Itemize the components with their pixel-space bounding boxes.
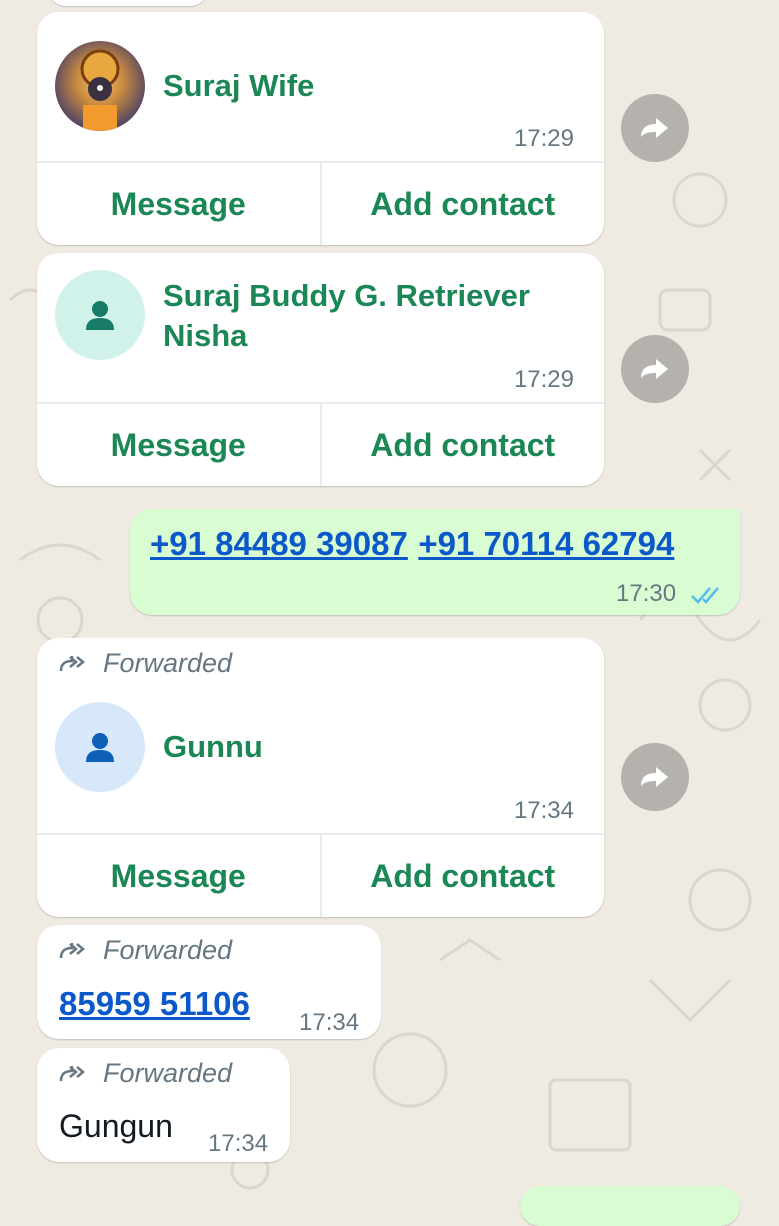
message-time: 17:34 [208, 1130, 269, 1157]
forwarded-indicator: Forwarded [59, 1058, 232, 1089]
message-time: 17:34 [513, 797, 574, 824]
forward-share-button[interactable] [621, 335, 689, 403]
forwarded-phone-message[interactable]: Forwarded 85959 51106 17:34 [37, 925, 381, 1039]
message-time: 17:29 [513, 366, 574, 393]
partial-message-bubble [48, 0, 208, 6]
forwarded-label: Forwarded [103, 935, 233, 965]
message-time: 17:34 [299, 1009, 360, 1036]
forward-arrow-icon [641, 767, 668, 787]
partial-outgoing-bubble [520, 1186, 740, 1226]
forwarded-indicator: Forwarded [59, 935, 232, 966]
contact-name-line-1: Suraj Buddy G. Retriever [163, 278, 530, 313]
contact-card-suraj-buddy[interactable]: Suraj Buddy G. Retriever Nisha 17:29 Mes… [37, 253, 604, 486]
phone-link[interactable]: 85959 51106 [59, 985, 250, 1023]
message-button[interactable]: Message [37, 835, 320, 917]
add-contact-button[interactable]: Add contact [319, 404, 605, 486]
message-text: Gungun [59, 1108, 173, 1144]
forward-share-button[interactable] [621, 743, 689, 811]
contact-actions: Message Add contact [37, 161, 604, 245]
contact-name: Suraj Wife [163, 68, 315, 103]
person-icon [86, 301, 114, 330]
double-check-icon [691, 587, 719, 604]
message-button[interactable]: Message [37, 163, 320, 245]
contact-default-avatar[interactable] [55, 702, 145, 792]
add-contact-button[interactable]: Add contact [319, 163, 605, 245]
contact-name: Gunnu [163, 729, 263, 764]
message-time: 17:29 [513, 125, 574, 152]
contact-actions: Message Add contact [37, 402, 604, 486]
contact-card-gunnu[interactable]: Forwarded Gunnu 17:34 Message Add contac… [37, 638, 604, 917]
contact-actions: Message Add contact [37, 833, 604, 917]
forwarded-text-message[interactable]: Forwarded Gungun 17:34 [37, 1048, 290, 1162]
forwarded-icon [59, 942, 85, 958]
contact-name-line-2: Nisha [163, 318, 248, 353]
person-icon [86, 733, 114, 762]
add-contact-button[interactable]: Add contact [319, 835, 605, 917]
contact-photo-avatar[interactable] [55, 41, 145, 131]
outgoing-message-phones[interactable]: +91 84489 39087 +91 70114 62794 17:30 [130, 509, 740, 615]
message-button[interactable]: Message [37, 404, 320, 486]
message-time: 17:30 [616, 580, 677, 607]
contact-card-suraj-wife[interactable]: Suraj Wife 17:29 Message Add contact [37, 12, 604, 245]
forwarded-icon [59, 1065, 85, 1081]
forward-share-button[interactable] [621, 94, 689, 162]
forwarded-indicator: Forwarded [59, 648, 232, 679]
forwarded-icon [59, 655, 85, 671]
forwarded-label: Forwarded [103, 648, 233, 678]
deity-photo-icon [80, 49, 120, 131]
phone-link-1[interactable]: +91 84489 39087 [150, 525, 408, 562]
forward-arrow-icon [641, 359, 668, 379]
forwarded-label: Forwarded [103, 1058, 233, 1088]
phone-link-2[interactable]: +91 70114 62794 [418, 525, 674, 562]
contact-default-avatar[interactable] [55, 270, 145, 360]
forward-arrow-icon [641, 118, 668, 138]
